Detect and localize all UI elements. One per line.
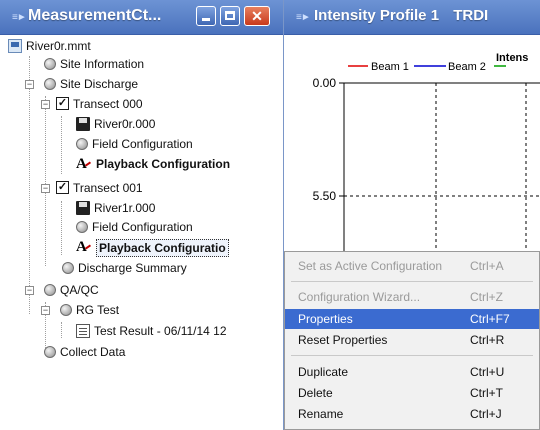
disk-icon <box>76 117 90 131</box>
right-window-title-suffix: TRDI <box>453 7 489 24</box>
tree-line <box>61 322 62 338</box>
tree-item-transect-000[interactable]: ✓ Transect 000 <box>56 96 143 112</box>
menu-item-reset-properties[interactable]: Reset Properties Ctrl+R <box>285 330 539 350</box>
legend-beam2: Beam 2 <box>448 61 486 73</box>
right-window-title: Intensity Profile 1 <box>314 7 440 24</box>
tree-line <box>61 201 62 255</box>
collapse-toggle[interactable]: − <box>25 286 34 295</box>
intensity-chart: Intens Beam 1 Beam 2 0.00 5.50 <box>284 35 540 255</box>
tree-item-transect0-playback-config[interactable]: A Playback Configuration <box>76 156 230 172</box>
menu-item-set-active[interactable]: Set as Active Configuration Ctrl+A <box>285 256 539 276</box>
y-tick-label: 0.00 <box>313 76 337 90</box>
measurement-control-window: ≡► MeasurementCt... ✕ River0r.mmt Site I… <box>0 0 284 430</box>
minimize-icon <box>202 18 210 21</box>
active-config-icon: A <box>76 240 92 255</box>
app-icon: ≡► <box>296 12 311 23</box>
tree-line <box>61 116 62 174</box>
y-tick-label: 5.50 <box>313 189 337 203</box>
minimize-button[interactable] <box>196 6 216 26</box>
tree-line <box>29 56 30 314</box>
tree-item-site-information[interactable]: Site Information <box>44 56 144 72</box>
right-titlebar[interactable]: ≡► Intensity Profile 1 TRDI <box>284 0 540 35</box>
legend-beam1: Beam 1 <box>371 61 409 73</box>
menu-item-configuration-wizard[interactable]: Configuration Wizard... Ctrl+Z <box>285 287 539 307</box>
bullet-icon <box>76 138 88 150</box>
menu-item-delete[interactable]: Delete Ctrl+T <box>285 383 539 403</box>
app-icon: ≡► <box>12 12 27 23</box>
context-menu: Set as Active Configuration Ctrl+A Confi… <box>284 251 540 430</box>
bullet-icon <box>62 262 74 274</box>
tree-item-transect1-file[interactable]: River1r.000 <box>76 200 155 216</box>
tree-item-transect0-field-config[interactable]: Field Configuration <box>76 136 193 152</box>
tree-line <box>45 96 46 266</box>
tree-item-rg-test[interactable]: RG Test <box>60 302 119 318</box>
bullet-icon <box>44 58 56 70</box>
close-button[interactable]: ✕ <box>244 6 270 26</box>
maximize-button[interactable] <box>220 6 240 26</box>
collapse-toggle[interactable]: − <box>25 80 34 89</box>
collapse-toggle[interactable]: − <box>41 184 50 193</box>
chart-title: Intens <box>496 52 528 64</box>
left-window-title: MeasurementCt... <box>28 7 162 24</box>
transect-checkbox[interactable]: ✓ <box>56 181 69 194</box>
tree-item-collect-data[interactable]: Collect Data <box>44 344 125 360</box>
menu-separator <box>291 281 533 282</box>
tree-item-qaqc[interactable]: QA/QC <box>44 282 99 298</box>
transect-checkbox[interactable]: ✓ <box>56 97 69 110</box>
active-config-icon: A <box>76 157 92 172</box>
bullet-icon <box>60 304 72 316</box>
close-icon: ✕ <box>251 8 263 24</box>
bullet-icon <box>44 78 56 90</box>
menu-item-properties[interactable]: Properties Ctrl+F7 <box>285 309 539 329</box>
tree-item-transect1-field-config[interactable]: Field Configuration <box>76 219 193 235</box>
menu-item-rename[interactable]: Rename Ctrl+J <box>285 404 539 424</box>
tree-item-transect-001[interactable]: ✓ Transect 001 <box>56 180 143 196</box>
document-icon <box>76 324 90 338</box>
bullet-icon <box>44 346 56 358</box>
collapse-toggle[interactable]: − <box>41 306 50 315</box>
menu-separator <box>291 355 533 356</box>
menu-item-duplicate[interactable]: Duplicate Ctrl+U <box>285 362 539 382</box>
chart-svg: Intens Beam 1 Beam 2 0.00 5.50 <box>313 52 540 255</box>
tree-item-discharge-summary[interactable]: Discharge Summary <box>62 260 187 276</box>
disk-icon <box>76 201 90 215</box>
bullet-icon <box>44 284 56 296</box>
collapse-toggle[interactable]: − <box>41 100 50 109</box>
measurement-tree: River0r.mmt Site Information − Site Disc… <box>0 38 283 430</box>
tree-root[interactable]: River0r.mmt <box>8 38 91 54</box>
tree-item-site-discharge[interactable]: Site Discharge <box>44 76 138 92</box>
left-titlebar[interactable]: ≡► MeasurementCt... ✕ <box>0 0 283 35</box>
bullet-icon <box>76 221 88 233</box>
project-file-icon <box>8 39 22 53</box>
maximize-icon <box>225 11 235 20</box>
tree-item-transect1-playback-config[interactable]: A Playback Configuratio <box>76 239 229 257</box>
tree-item-test-result[interactable]: Test Result - 06/11/14 12 <box>76 323 227 339</box>
tree-item-transect0-file[interactable]: River0r.000 <box>76 116 155 132</box>
